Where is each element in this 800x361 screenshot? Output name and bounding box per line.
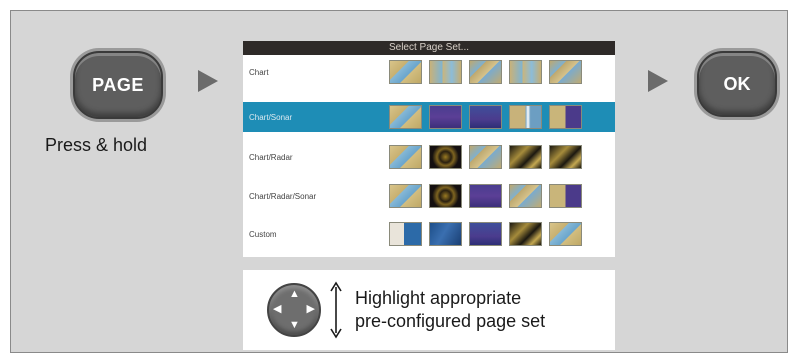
chart-thumb <box>549 60 582 84</box>
page-set-row-custom[interactable]: Custom <box>243 219 615 249</box>
logo-thumb <box>389 222 422 246</box>
split-thumb <box>549 184 582 208</box>
row-label: Chart/Radar <box>249 152 293 162</box>
chart-thumb <box>549 222 582 246</box>
radar-thumb <box>509 145 542 169</box>
chart-thumb <box>429 60 462 84</box>
sonar-thumb <box>469 105 502 129</box>
screen-title: Select Page Set... <box>243 41 615 55</box>
radar-thumb <box>429 184 462 208</box>
page-set-row-chart-sonar[interactable]: Chart/Sonar <box>243 102 615 132</box>
sonar-thumb <box>429 222 462 246</box>
chart-thumb <box>389 145 422 169</box>
chart-thumb <box>389 60 422 84</box>
hint-line-1: Highlight appropriate <box>355 288 522 308</box>
chart-thumb <box>509 184 542 208</box>
instruction-panel: PAGE Press & hold Select Page Set... Cha… <box>10 10 788 353</box>
up-down-arrow-icon <box>330 281 342 339</box>
dpad-icon[interactable]: ▲ ▼ ◀ ▶ <box>267 283 321 337</box>
display-screen: Select Page Set... Chart Chart/Sonar Cha… <box>243 41 615 257</box>
page-set-row-chart[interactable]: Chart <box>243 57 615 87</box>
press-hold-caption: Press & hold <box>45 135 148 155</box>
page-button[interactable]: PAGE <box>73 51 163 119</box>
triangle-right-icon <box>198 70 218 92</box>
row-label: Chart <box>249 67 269 77</box>
chart-thumb <box>469 60 502 84</box>
hint-line-2: pre-configured page set <box>355 311 546 331</box>
chart-thumb <box>509 60 542 84</box>
radar-thumb <box>509 222 542 246</box>
chart-thumb <box>469 145 502 169</box>
chart-thumb <box>509 105 542 129</box>
chart-thumb <box>389 184 422 208</box>
page-set-row-chart-radar[interactable]: Chart/Radar <box>243 142 615 172</box>
row-label: Custom <box>249 229 277 239</box>
sonar-thumb <box>429 105 462 129</box>
sonar-thumb <box>469 222 502 246</box>
row-label: Chart/Radar/Sonar <box>249 191 317 201</box>
hint-text: Highlight appropriate pre-configured pag… <box>355 287 605 333</box>
radar-thumb <box>429 145 462 169</box>
split-thumb <box>549 105 582 129</box>
sonar-thumb <box>469 184 502 208</box>
navigation-hint: ▲ ▼ ◀ ▶ Highlight appropriate pre-config… <box>243 270 615 350</box>
page-set-row-chart-radar-sonar[interactable]: Chart/Radar/Sonar <box>243 181 615 211</box>
triangle-right-icon <box>648 70 668 92</box>
ok-button[interactable]: OK <box>697 51 777 117</box>
radar-thumb <box>549 145 582 169</box>
row-label: Chart/Sonar <box>249 112 293 122</box>
chart-thumb <box>389 105 422 129</box>
